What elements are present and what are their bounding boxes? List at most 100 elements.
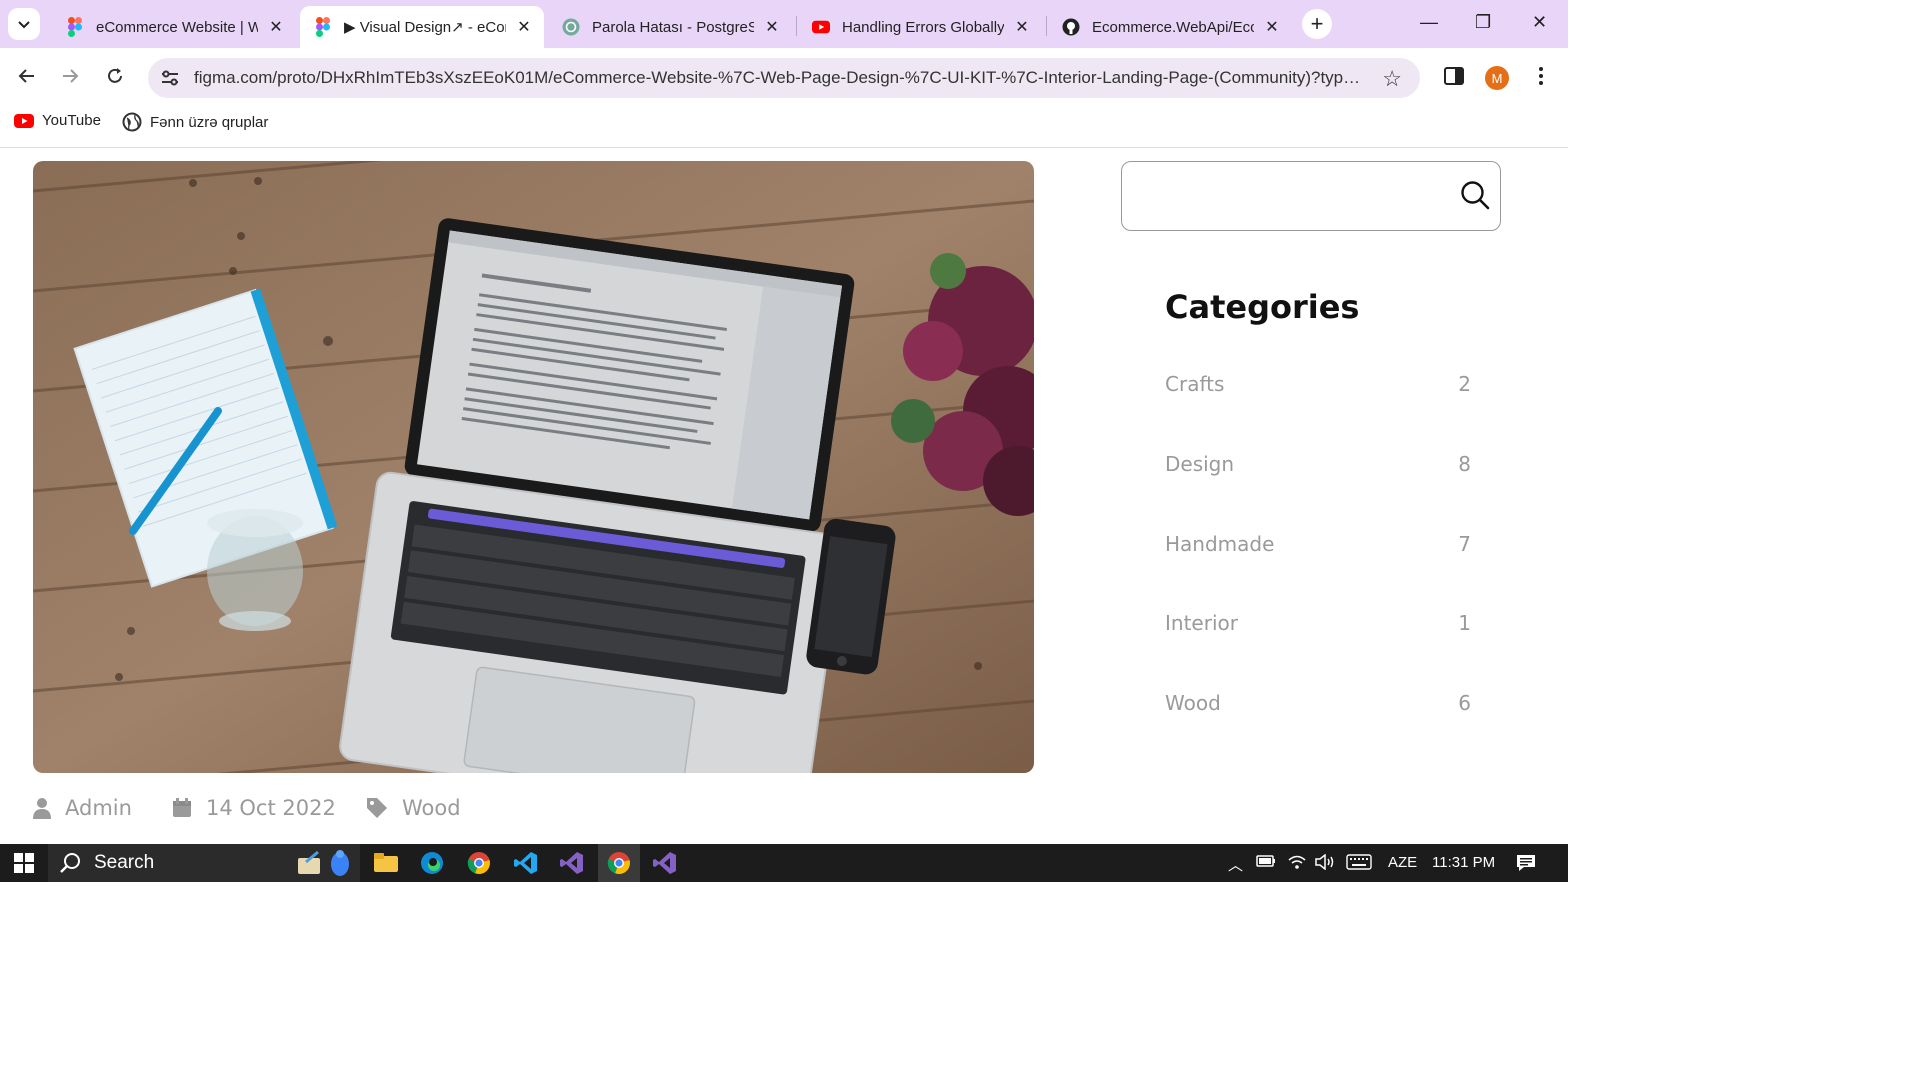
globe-icon [122,112,142,132]
tab-divider [796,16,797,36]
search-input[interactable] [1136,178,1450,216]
category-name[interactable]: Interior [1165,611,1238,635]
calendar-icon [173,798,191,817]
search-icon[interactable] [1460,180,1490,215]
profile-avatar[interactable]: M [1485,66,1509,90]
chevron-up-icon[interactable]: ︿ [1228,854,1243,875]
chrome-active-icon[interactable] [598,844,640,882]
bookmarks-bar: YouTube Fənn üzrə qruplar [0,106,1568,140]
user-icon [33,798,51,819]
bookmark-label: YouTube [42,112,101,129]
web-page-viewport: Admin 14 Oct 2022 Wood Categories Crafts… [0,147,1568,845]
taskbar-search-label: Search [94,852,155,873]
close-icon[interactable]: ✕ [1012,17,1032,37]
category-name[interactable]: Crafts [1165,372,1224,396]
tab-title: Handling Errors Globally [842,18,1004,36]
vscode-icon[interactable] [512,849,540,877]
keyboard-icon[interactable] [1346,854,1372,874]
url-text[interactable]: figma.com/proto/DHxRhImTEb3sXszEEoK01M/e… [194,68,1364,88]
sidebar-search[interactable] [1121,161,1501,231]
side-panel-icon [1444,67,1464,85]
tab-divider [1046,16,1047,36]
tab-title: Parola Hatası - PostgreSC [592,18,754,36]
browser-tab-active[interactable]: ▶ Visual Design↗ - eCor ✕ [300,6,544,48]
menu-button[interactable] [1527,62,1555,90]
arrow-right-icon [63,69,79,83]
close-icon[interactable]: ✕ [266,17,286,37]
tag-text: Wood [402,796,461,820]
chevron-down-icon [18,21,30,29]
category-item[interactable]: Crafts 2 [1165,372,1471,396]
battery-icon[interactable] [1256,854,1276,872]
figma-icon [314,17,332,37]
github-icon [1062,18,1080,36]
input-language[interactable]: AZE [1388,854,1417,871]
tab-title: Ecommerce.WebApi/Ecor [1092,18,1254,36]
tab-search-button[interactable] [8,8,40,40]
kebab-menu-icon [1539,67,1543,85]
visual-studio-icon[interactable] [558,849,586,877]
file-explorer-icon[interactable] [372,849,400,877]
search-highlight-icon [298,850,349,876]
site-info-icon[interactable] [158,69,182,87]
taskbar-search[interactable]: Search [48,844,360,882]
start-button[interactable] [10,849,38,877]
volume-icon[interactable] [1315,853,1335,874]
wifi-icon[interactable] [1288,854,1306,874]
author-name: Admin [65,796,132,820]
reload-icon [108,68,122,83]
category-item[interactable]: Handmade 7 [1165,532,1471,556]
chrome-icon[interactable] [465,849,493,877]
youtube-icon [14,113,34,128]
post-author: Admin [33,796,132,820]
windows-logo-icon [14,853,34,873]
address-bar[interactable]: figma.com/proto/DHxRhImTEb3sXszEEoK01M/e… [148,58,1420,98]
side-panel-button[interactable] [1440,62,1468,90]
close-icon[interactable]: ✕ [514,17,534,37]
blog-post-image[interactable] [33,161,1034,773]
new-tab-button[interactable]: + [1302,9,1332,39]
reload-button[interactable] [101,62,129,90]
visual-studio-icon[interactable] [651,849,679,877]
category-item[interactable]: Wood 6 [1165,691,1471,715]
post-date: 14 Oct 2022 [172,796,336,820]
category-count: 8 [1458,452,1471,476]
bookmark-groups[interactable]: Fənn üzrə qruplar [122,112,268,132]
notifications-icon[interactable] [1516,854,1536,876]
bookmark-youtube[interactable]: YouTube [14,112,101,129]
search-icon [60,853,80,873]
category-item[interactable]: Interior 1 [1165,611,1471,635]
chatgpt-icon [562,18,580,36]
browser-tab[interactable]: eCommerce Website | We ✕ [52,6,296,48]
figma-icon [66,17,84,37]
close-icon[interactable]: ✕ [762,17,782,37]
edge-icon[interactable] [418,849,446,877]
category-item[interactable]: Design 8 [1165,452,1471,476]
browser-tab[interactable]: Handling Errors Globally ✕ [798,6,1042,48]
tab-title: ▶ Visual Design↗ - eCor [344,19,506,36]
tab-title: eCommerce Website | We [96,18,258,36]
browser-tab[interactable]: Ecommerce.WebApi/Ecor ✕ [1048,6,1292,48]
clock[interactable]: 11:31 PM [1432,854,1495,871]
minimize-button[interactable]: — [1420,12,1438,33]
arrow-left-icon [18,69,34,83]
category-name[interactable]: Design [1165,452,1234,476]
browser-tab-strip: eCommerce Website | We ✕ ▶ Visual Design… [0,0,1568,48]
windows-taskbar: Search ︿ AZE 11:31 PM [0,844,1568,882]
bookmark-star-icon[interactable]: ☆ [1382,66,1402,92]
category-name[interactable]: Wood [1165,691,1221,715]
category-count: 2 [1458,372,1471,396]
restore-button[interactable]: ❐ [1475,12,1491,33]
post-tag[interactable]: Wood [366,796,461,820]
category-count: 6 [1458,691,1471,715]
forward-button[interactable] [56,62,84,90]
browser-tab[interactable]: Parola Hatası - PostgreSC ✕ [548,6,792,48]
browser-toolbar: figma.com/proto/DHxRhImTEb3sXszEEoK01M/e… [0,48,1568,106]
plus-icon: + [1310,11,1324,36]
close-window-button[interactable]: ✕ [1532,12,1547,33]
bookmark-label: Fənn üzrə qruplar [150,113,269,131]
categories-heading: Categories [1165,288,1360,326]
close-icon[interactable]: ✕ [1262,17,1282,37]
back-button[interactable] [13,62,41,90]
category-name[interactable]: Handmade [1165,532,1274,556]
